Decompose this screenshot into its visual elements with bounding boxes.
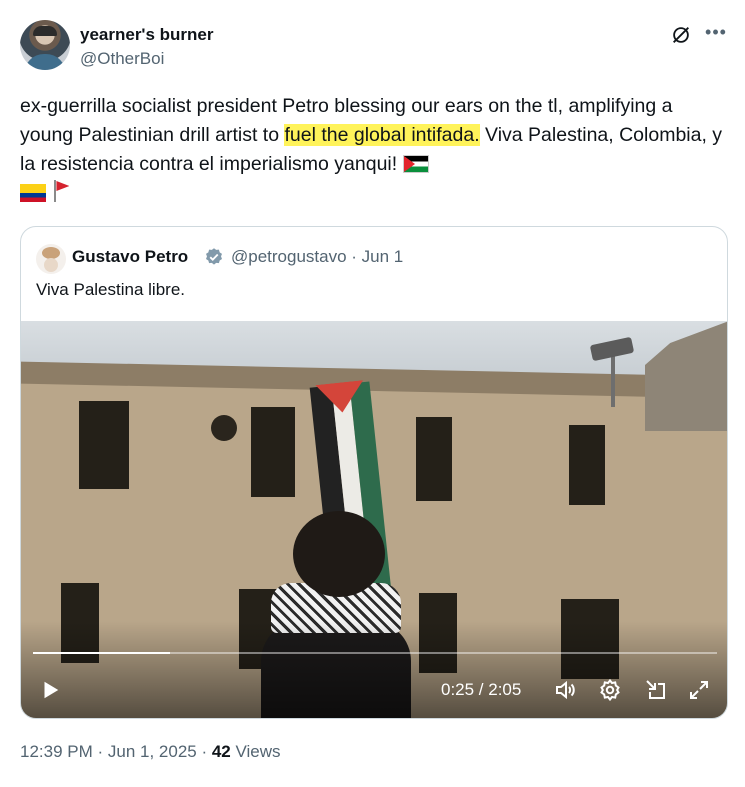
verified-icon xyxy=(206,248,222,265)
video-time: 0:25 / 2:05 xyxy=(441,680,522,699)
volume-icon[interactable] xyxy=(553,678,577,702)
grok-icon[interactable] xyxy=(670,24,692,46)
quote-avatar[interactable] xyxy=(36,244,66,274)
settings-icon[interactable] xyxy=(598,678,622,702)
tweet-text-highlight: fuel the global intifada. xyxy=(284,124,480,146)
play-icon[interactable] xyxy=(39,679,61,701)
palestine-flag-icon xyxy=(402,155,429,173)
quote-handle-date[interactable]: @petrogustavo · Jun 1 xyxy=(231,247,403,267)
video-progress-bar[interactable] xyxy=(33,652,717,654)
tweet-text: ex-guerrilla socialist president Petro b… xyxy=(20,92,725,208)
more-icon[interactable]: ••• xyxy=(704,22,728,46)
video-progress-fill xyxy=(33,652,170,654)
author-display-name[interactable]: yearner's burner xyxy=(80,25,214,45)
tweet-meta: 12:39 PM · Jun 1, 2025 · 42 Views xyxy=(20,742,281,762)
views-count: 42 xyxy=(211,742,231,761)
video-player[interactable]: 0:25 / 2:05 xyxy=(21,321,727,718)
quote-display-name[interactable]: Gustavo Petro xyxy=(72,247,188,267)
views-label: Views xyxy=(230,742,281,761)
red-flag-icon xyxy=(51,180,73,202)
avatar[interactable] xyxy=(20,20,70,70)
colombia-flag-icon xyxy=(20,184,46,202)
timestamp[interactable]: 12:39 PM · Jun 1, 2025 · xyxy=(20,742,212,761)
minimize-icon[interactable] xyxy=(644,678,668,702)
author-handle[interactable]: @OtherBoi xyxy=(80,49,164,69)
fullscreen-icon[interactable] xyxy=(687,678,711,702)
quote-text: Viva Palestina libre. xyxy=(36,280,185,299)
quoted-tweet[interactable]: Gustavo Petro @petrogustavo · Jun 1 Viva… xyxy=(20,226,728,719)
tweet-header: yearner's burner @OtherBoi ••• xyxy=(20,20,730,74)
